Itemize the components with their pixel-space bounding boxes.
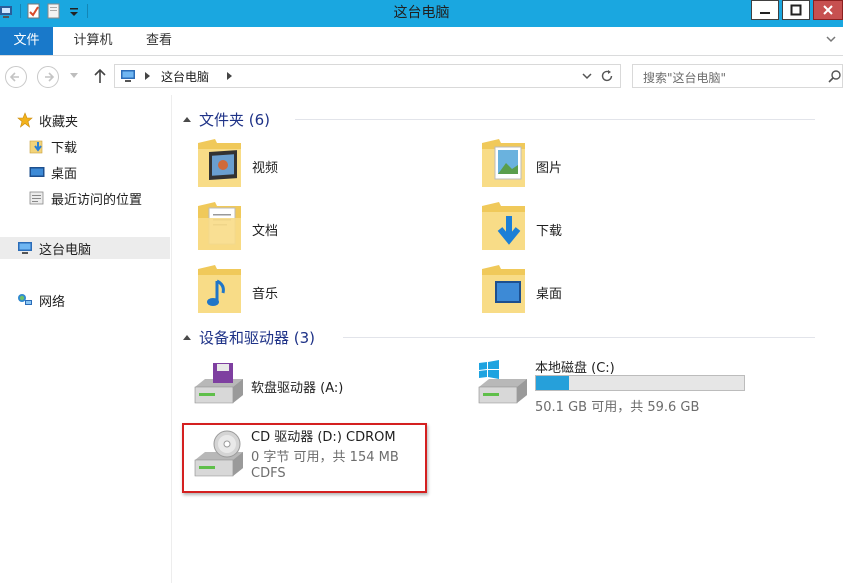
close-icon: [823, 5, 833, 15]
nav-desktop[interactable]: 桌面: [29, 161, 167, 183]
nav-desktop-label: 桌面: [51, 166, 78, 182]
minimize-button[interactable]: [751, 0, 779, 20]
navigation-pane: 收藏夹 下载 桌面 最近访问的位置 这台电脑 网络: [0, 95, 172, 583]
nav-favorites-label: 收藏夹: [39, 114, 79, 130]
group-divider: [295, 119, 815, 120]
navigation-bar: 这台电脑 搜索"这台电脑": [0, 57, 843, 95]
nav-recent-places[interactable]: 最近访问的位置: [29, 187, 167, 209]
nav-downloads[interactable]: 下载: [29, 135, 167, 157]
network-icon: [18, 294, 32, 305]
maximize-button[interactable]: [782, 0, 810, 20]
star-icon: [17, 112, 33, 128]
folder-desktop[interactable]: 桌面: [479, 261, 739, 321]
folder-documents-label: 文档: [252, 224, 279, 239]
desktop-icon: [29, 167, 45, 177]
group-divider: [343, 337, 815, 338]
close-button[interactable]: [813, 0, 843, 20]
breadcrumb-this-pc[interactable]: 这台电脑: [161, 68, 209, 85]
recent-places-icon: [29, 191, 44, 205]
devices-group-header[interactable]: 设备和驱动器 (3): [183, 326, 833, 348]
system-drive-icon: [478, 360, 527, 404]
this-pc-icon: [121, 70, 135, 82]
maximize-icon: [790, 4, 802, 16]
downloads-folder-icon: [482, 202, 525, 250]
recent-locations-dropdown-icon[interactable]: [70, 73, 78, 79]
drive-usage-bar: [535, 375, 745, 391]
window-title: 这台电脑: [393, 5, 450, 21]
music-folder-icon: [198, 265, 241, 313]
nav-this-pc-label: 这台电脑: [39, 242, 92, 258]
nav-favorites[interactable]: 收藏夹: [17, 109, 167, 131]
drive-floppy-a[interactable]: 软盘驱动器 (A:): [191, 357, 451, 427]
folders-group-header[interactable]: 文件夹 (6): [183, 108, 833, 130]
search-icon[interactable]: [828, 69, 842, 83]
ribbon: 文件 计算机 查看: [0, 27, 843, 56]
devices-group-title: 设备和驱动器 (3): [199, 328, 316, 347]
forward-button[interactable]: [37, 66, 59, 88]
refresh-icon[interactable]: [600, 69, 614, 83]
tab-file[interactable]: 文件: [0, 27, 53, 55]
collapse-triangle-icon[interactable]: [183, 334, 191, 340]
folder-videos[interactable]: 视频: [195, 135, 455, 195]
drive-usage-fill: [536, 376, 570, 390]
pictures-folder-icon: [482, 139, 525, 187]
drive-floppy-a-label: 软盘驱动器 (A:): [251, 381, 344, 396]
this-pc-icon: [18, 242, 32, 254]
highlight-box: [182, 423, 427, 493]
folder-videos-label: 视频: [252, 161, 279, 176]
breadcrumb-arrow-icon[interactable]: [227, 72, 232, 80]
drive-local-c-space: 50.1 GB 可用，共 59.6 GB: [535, 400, 700, 415]
back-button[interactable]: [5, 66, 27, 88]
folder-desktop-label: 桌面: [536, 287, 563, 302]
drive-local-c[interactable]: 本地磁盘 (C:) 50.1 GB 可用，共 59.6 GB: [475, 357, 755, 427]
folder-pictures-label: 图片: [536, 161, 563, 176]
back-arrow-icon: [9, 72, 19, 82]
title-bar: 这台电脑: [0, 0, 843, 27]
drive-local-c-label: 本地磁盘 (C:): [535, 361, 615, 376]
forward-arrow-icon: [45, 72, 55, 82]
collapse-triangle-icon[interactable]: [183, 116, 191, 122]
breadcrumb-arrow-icon[interactable]: [145, 72, 150, 80]
videos-folder-icon: [198, 139, 241, 187]
folder-music-label: 音乐: [252, 287, 279, 302]
address-bar[interactable]: 这台电脑: [114, 64, 621, 88]
floppy-drive-icon: [194, 363, 243, 404]
minimize-icon: [760, 12, 770, 14]
nav-this-pc[interactable]: 这台电脑: [0, 237, 170, 259]
tab-view[interactable]: 查看: [134, 27, 184, 55]
folder-documents[interactable]: 文档: [195, 198, 455, 258]
folder-downloads[interactable]: 下载: [479, 198, 739, 258]
up-arrow-icon[interactable]: [92, 67, 108, 85]
chevron-down-icon[interactable]: [582, 72, 592, 80]
search-placeholder: 搜索"这台电脑": [643, 71, 727, 85]
folder-downloads-label: 下载: [536, 224, 563, 239]
nav-recent-places-label: 最近访问的位置: [51, 192, 143, 208]
folder-pictures[interactable]: 图片: [479, 135, 739, 195]
expand-ribbon-chevron-icon[interactable]: [825, 33, 837, 45]
nav-network-label: 网络: [39, 294, 66, 310]
tab-computer[interactable]: 计算机: [62, 27, 124, 55]
desktop-folder-icon: [482, 265, 525, 313]
downloads-icon: [29, 140, 43, 154]
search-input[interactable]: 搜索"这台电脑": [632, 64, 843, 88]
nav-network[interactable]: 网络: [17, 289, 167, 311]
folders-group-title: 文件夹 (6): [199, 110, 271, 129]
documents-folder-icon: [198, 202, 241, 250]
window-controls: [748, 0, 843, 20]
content-pane: 文件夹 (6) 视频 图片 文档 下载 音乐 桌面 设备和驱动器 (3) 软盘驱…: [173, 95, 843, 583]
folder-music[interactable]: 音乐: [195, 261, 455, 321]
nav-downloads-label: 下载: [51, 140, 78, 156]
